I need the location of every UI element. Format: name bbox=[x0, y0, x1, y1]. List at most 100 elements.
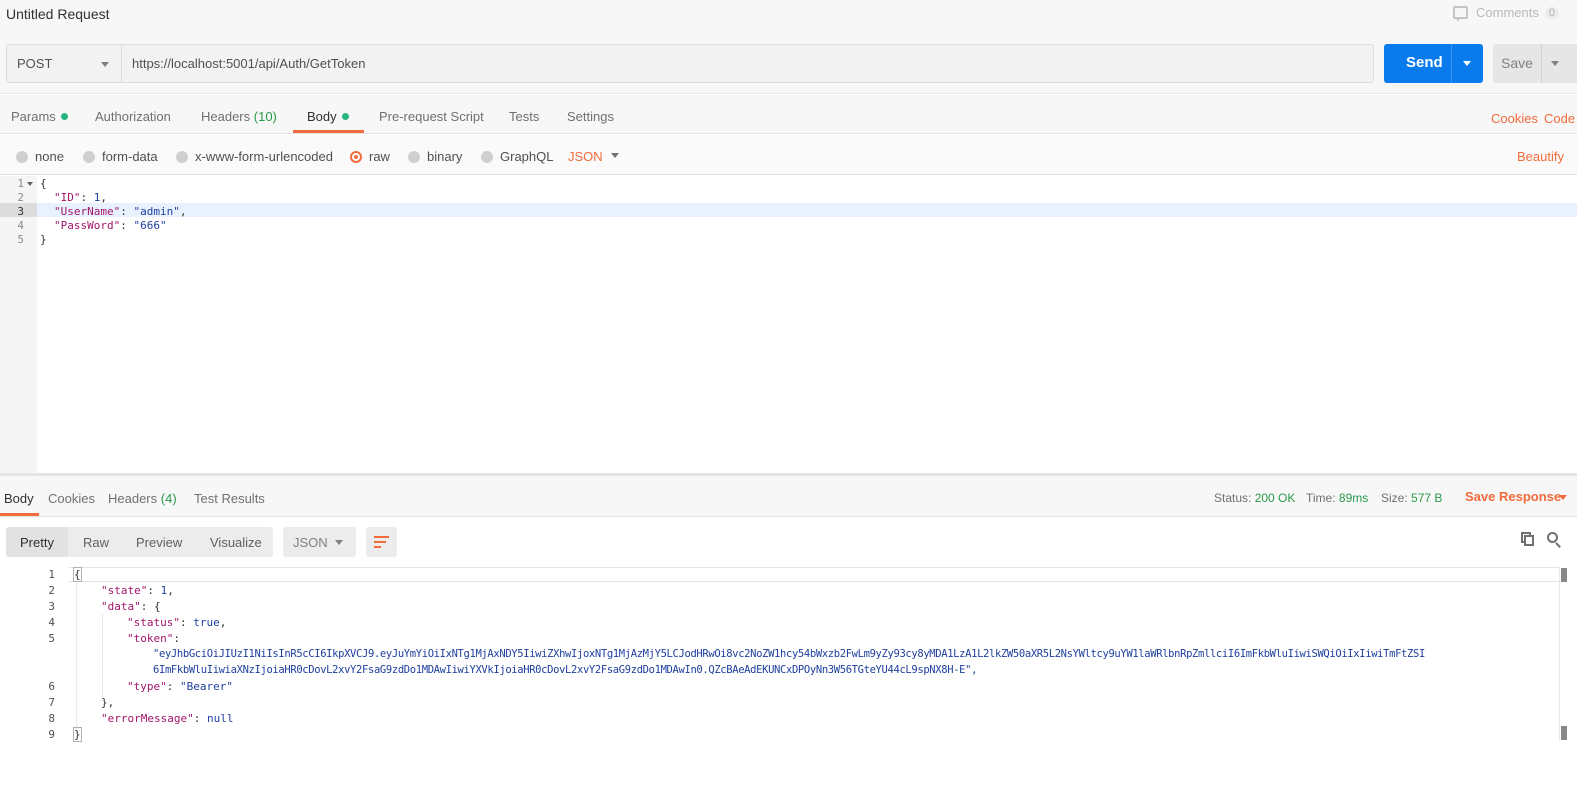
response-scrollbar[interactable] bbox=[1559, 566, 1567, 741]
tab-tests[interactable]: Tests bbox=[509, 109, 539, 124]
view-preview-button[interactable]: Preview bbox=[136, 535, 182, 550]
send-options-chevron-icon[interactable] bbox=[1463, 61, 1471, 66]
save-response-button[interactable]: Save Response bbox=[1465, 489, 1561, 504]
fold-chevron-icon[interactable] bbox=[27, 182, 33, 186]
json-value: null bbox=[206, 712, 234, 725]
line-number: 3 bbox=[17, 205, 24, 218]
radio-selected-icon bbox=[350, 150, 362, 163]
cookies-link[interactable]: Cookies bbox=[1491, 111, 1538, 126]
time-value: 89ms bbox=[1338, 491, 1369, 505]
status-value: 200 OK bbox=[1254, 491, 1296, 505]
view-mode-group: Pretty Raw Preview Visualize bbox=[6, 527, 273, 557]
wrap-lines-icon bbox=[374, 535, 389, 549]
response-format-select[interactable]: JSON bbox=[283, 527, 356, 557]
code-line: "errorMessage": null bbox=[101, 712, 234, 725]
matched-bracket: } bbox=[73, 727, 82, 742]
url-value: https://localhost:5001/api/Auth/GetToken bbox=[132, 56, 366, 71]
radio-none-label: none bbox=[35, 149, 64, 164]
line-number: 9 bbox=[48, 728, 55, 741]
resp-tab-test-results[interactable]: Test Results bbox=[194, 491, 265, 506]
json-key: "state" bbox=[101, 584, 148, 597]
url-bar: POST https://localhost:5001/api/Auth/Get… bbox=[0, 30, 1577, 94]
search-icon[interactable] bbox=[1547, 532, 1562, 548]
resp-tab-headers[interactable]: Headers (4) bbox=[108, 491, 177, 506]
response-tabs: Body Cookies Headers (4) Test Results St… bbox=[0, 476, 1577, 517]
format-chevron-down-icon[interactable] bbox=[611, 153, 619, 158]
current-line-highlight bbox=[37, 203, 1577, 217]
radio-raw[interactable]: raw bbox=[350, 149, 390, 164]
comment-icon bbox=[1453, 6, 1469, 22]
request-body-editor[interactable]: 1 2 3 4 5 { "ID": 1, "UserName": "admin"… bbox=[0, 176, 1577, 473]
json-value: "admin" bbox=[133, 205, 180, 218]
request-title[interactable]: Untitled Request bbox=[6, 6, 110, 22]
json-value: 1 bbox=[160, 584, 168, 597]
save-button[interactable]: Save bbox=[1493, 44, 1577, 83]
code-line: "ID": 1, bbox=[54, 191, 107, 204]
code-line: "status": true, bbox=[127, 616, 227, 629]
tab-pre-request-script[interactable]: Pre-request Script bbox=[379, 109, 484, 124]
tab-body[interactable]: Body bbox=[307, 109, 349, 124]
save-options-chevron-icon[interactable] bbox=[1551, 61, 1559, 66]
tab-params[interactable]: Params bbox=[11, 109, 68, 124]
params-indicator-dot bbox=[60, 113, 68, 120]
method-value: POST bbox=[17, 56, 53, 71]
tab-settings[interactable]: Settings bbox=[567, 109, 614, 124]
view-raw-button[interactable]: Raw bbox=[83, 535, 109, 550]
comments-count-badge: 0 bbox=[1544, 6, 1559, 19]
line-number: 3 bbox=[48, 600, 55, 613]
json-punct: , bbox=[100, 191, 107, 204]
comments-label: Comments bbox=[1476, 5, 1539, 20]
beautify-link[interactable]: Beautify bbox=[1517, 149, 1564, 164]
radio-graphql[interactable]: GraphQL bbox=[481, 149, 553, 164]
radio-none[interactable]: none bbox=[16, 149, 64, 164]
line-number: 7 bbox=[48, 696, 55, 709]
token-value-line: "eyJhbGciOiJIUzI1NiIsInR5cCI6IkpXVCJ9.ey… bbox=[153, 648, 1425, 660]
code-line: }, bbox=[101, 696, 115, 709]
resp-tab-body[interactable]: Body bbox=[4, 491, 34, 506]
save-response-chevron-icon[interactable] bbox=[1559, 495, 1567, 500]
save-divider bbox=[1541, 44, 1542, 83]
comments-button[interactable]: Comments 0 bbox=[1453, 5, 1559, 22]
size-label: Size: bbox=[1381, 491, 1408, 505]
send-label: Send bbox=[1406, 54, 1443, 71]
matched-bracket: { bbox=[73, 567, 82, 582]
json-key: "PassWord" bbox=[54, 219, 121, 232]
radio-circle-icon bbox=[481, 150, 493, 163]
radio-raw-label: raw bbox=[369, 149, 390, 164]
copy-icon[interactable] bbox=[1521, 532, 1535, 547]
url-input[interactable]: https://localhost:5001/api/Auth/GetToken bbox=[121, 44, 1374, 83]
send-button[interactable]: Send bbox=[1384, 44, 1483, 83]
json-value: true bbox=[193, 616, 220, 629]
save-label: Save bbox=[1501, 55, 1533, 71]
code-line: "data": { bbox=[101, 600, 161, 613]
view-pretty-button[interactable]: Pretty bbox=[20, 535, 54, 550]
scrollbar-marker bbox=[1561, 726, 1567, 740]
tab-authorization[interactable]: Authorization bbox=[95, 109, 171, 124]
time-readout: Time: 89ms bbox=[1306, 491, 1368, 505]
size-readout: Size: 577 B bbox=[1381, 491, 1442, 505]
status-readout: Status: 200 OK bbox=[1214, 491, 1295, 505]
json-key: "token" bbox=[127, 632, 174, 645]
line-number: 5 bbox=[48, 632, 55, 645]
code-line: "state": 1, bbox=[101, 584, 174, 597]
tab-headers[interactable]: Headers (10) bbox=[201, 109, 277, 124]
tab-params-label: Params bbox=[11, 109, 56, 124]
view-visualize-button[interactable]: Visualize bbox=[210, 535, 262, 550]
wrap-lines-button[interactable] bbox=[366, 527, 397, 557]
json-punct: , bbox=[179, 205, 187, 218]
line-number: 1 bbox=[48, 568, 55, 581]
tab-body-label: Body bbox=[307, 109, 337, 124]
radio-urlencoded[interactable]: x-www-form-urlencoded bbox=[176, 149, 333, 164]
radio-circle-icon bbox=[16, 150, 28, 163]
radio-form-data[interactable]: form-data bbox=[83, 149, 158, 164]
code-link[interactable]: Code bbox=[1544, 111, 1577, 126]
line-number: 2 bbox=[17, 191, 24, 204]
method-select[interactable]: POST bbox=[6, 44, 121, 83]
resp-tab-cookies[interactable]: Cookies bbox=[48, 491, 95, 506]
line-number: 1 bbox=[17, 177, 24, 190]
response-body-viewer[interactable]: 1 2 3 4 5 6 7 8 9 { "state": 1, "data": … bbox=[0, 566, 1577, 800]
radio-graphql-label: GraphQL bbox=[500, 149, 554, 164]
time-label: Time: bbox=[1306, 491, 1336, 505]
body-format-select[interactable]: JSON bbox=[568, 149, 603, 164]
radio-binary[interactable]: binary bbox=[408, 149, 462, 164]
